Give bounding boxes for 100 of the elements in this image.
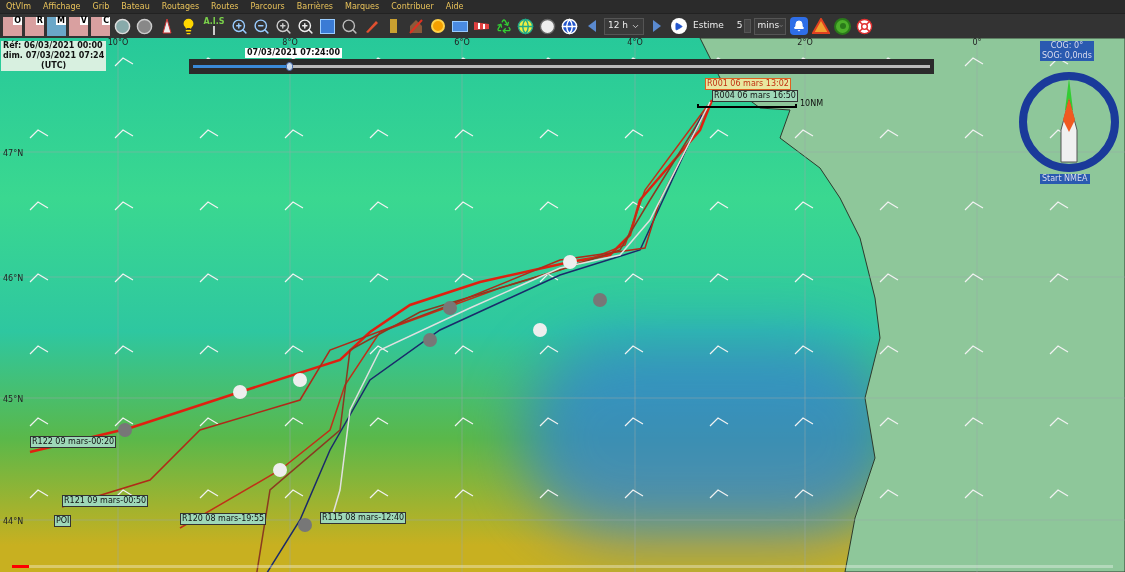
time-slider-label: 07/03/2021 07:24:00 — [245, 48, 342, 58]
map-layer-button[interactable]: M — [47, 16, 66, 36]
wind-barb-icon — [709, 345, 729, 355]
menu-item[interactable]: Marques — [345, 2, 380, 11]
longitude-label: 10°O — [107, 38, 129, 47]
recycle-icon[interactable] — [494, 16, 513, 36]
wind-barb-icon — [199, 489, 219, 499]
target-icon[interactable] — [833, 16, 853, 36]
menu-item[interactable]: Bateau — [121, 2, 150, 11]
wind-barb-icon — [29, 345, 49, 355]
menu-item[interactable]: Affichage — [42, 2, 81, 11]
wind-barb-icon — [454, 489, 474, 499]
wind-barb-icon — [879, 129, 899, 139]
route-label: R001 06 mars 13:02 — [705, 78, 791, 90]
waypoint-marker — [233, 385, 247, 399]
wind-barb-icon — [454, 129, 474, 139]
waypoint-marker — [563, 255, 577, 269]
wind-barb-icon — [29, 201, 49, 211]
menu-item[interactable]: QtVlm — [6, 2, 31, 11]
map-layer-button[interactable]: C — [91, 16, 110, 36]
video-progress-track[interactable] — [12, 565, 1113, 568]
unit-dropdown[interactable]: mins — [754, 17, 787, 35]
wind-barb-icon — [199, 417, 219, 427]
globe-icon[interactable] — [560, 16, 579, 36]
waypoint-marker — [293, 373, 307, 387]
menu-item[interactable]: Routages — [161, 2, 200, 11]
zoom-in-icon[interactable] — [230, 16, 249, 36]
bell-icon[interactable] — [789, 16, 809, 36]
menu-item[interactable]: Routes — [211, 2, 239, 11]
time-slider-track[interactable] — [193, 65, 930, 68]
wind-barb-icon — [794, 201, 814, 211]
wind-barb-icon — [284, 345, 304, 355]
longitude-label: 2°O — [797, 38, 813, 47]
current-date: dim. 07/03/2021 07:24 — [3, 51, 105, 61]
menu-item[interactable]: Contribuer — [391, 2, 434, 11]
latitude-label: 47°N — [3, 148, 24, 160]
wind-barb-icon — [624, 201, 644, 211]
wind-barb-icon — [199, 345, 219, 355]
globe-icon[interactable] — [516, 16, 535, 36]
wind-barb-icon — [284, 417, 304, 427]
wind-barb-icon — [624, 273, 644, 283]
waypoint-marker — [593, 293, 607, 307]
wind-barb-icon — [29, 417, 49, 427]
wind-barb-icon — [29, 129, 49, 139]
waypoint-marker — [118, 423, 132, 437]
wind-barb-icon — [794, 417, 814, 427]
wind-barb-icon — [539, 129, 559, 139]
longitude-label: 4°O — [627, 38, 643, 47]
sog-label: SOG: 0,0nds — [1042, 51, 1092, 61]
wind-barb-icon — [114, 417, 134, 427]
time-slider-thumb[interactable] — [285, 62, 293, 71]
wind-barb-icon — [794, 345, 814, 355]
map-layer-button[interactable]: R — [25, 16, 44, 36]
wind-barb-icon — [114, 345, 134, 355]
longitude-label: 6°O — [454, 38, 470, 47]
estime-label: Estime — [693, 19, 724, 33]
search-icon[interactable] — [340, 16, 359, 36]
waypoint-marker — [273, 463, 287, 477]
route-label: R115 08 mars-12:40 — [320, 512, 407, 524]
menu-item[interactable]: Aide — [445, 2, 464, 11]
wind-barb-icon — [624, 129, 644, 139]
wind-barb-icon — [964, 489, 984, 499]
map-layer-button[interactable]: V — [69, 16, 88, 36]
wind-barb-icon — [199, 273, 219, 283]
latitude-label: 44°N — [3, 516, 24, 528]
warning-icon[interactable] — [811, 16, 831, 36]
wind-barb-icon — [284, 273, 304, 283]
timezone-label: (UTC) — [41, 61, 67, 71]
play-icon[interactable] — [669, 16, 688, 36]
ais-button[interactable]: A.I.S — [201, 17, 227, 35]
wind-barb-icon — [539, 345, 559, 355]
wind-barb-icon — [369, 345, 389, 355]
wind-barb-icon — [1049, 273, 1069, 283]
map-layer-button[interactable]: O — [3, 16, 22, 36]
lifebuoy-icon[interactable] — [855, 16, 875, 36]
zoom-fit-icon[interactable] — [274, 16, 293, 36]
cog-label: COG: 0° — [1050, 41, 1084, 51]
wind-barb-icon — [879, 489, 899, 499]
wind-barb-icon — [369, 417, 389, 427]
menu-item[interactable]: Parcours — [250, 2, 285, 11]
wind-barb-icon — [794, 273, 814, 283]
wind-barb-icon — [114, 273, 134, 283]
route-label: R121 09 mars-00:50 — [62, 495, 149, 507]
zoom-icon[interactable] — [296, 16, 315, 36]
wind-barb-icon — [454, 417, 474, 427]
zoom-out-icon[interactable] — [252, 16, 271, 36]
wind-barb-icon — [539, 273, 559, 283]
wind-barb-icon — [199, 201, 219, 211]
menu-item[interactable]: Grib — [92, 2, 110, 11]
menu-item[interactable]: Barrières — [296, 2, 333, 11]
wind-barb-icon — [369, 273, 389, 283]
waypoint-marker — [298, 518, 312, 532]
latitude-label: 46°N — [3, 273, 24, 285]
start-nmea-button[interactable]: Start NMEA — [1040, 174, 1090, 184]
caret-icon — [779, 22, 784, 30]
wind-barb-icon — [964, 129, 984, 139]
longitude-label: 8°O — [282, 38, 298, 47]
wind-barb-icon — [29, 273, 49, 283]
wind-barb-icon — [114, 129, 134, 139]
step-dropdown[interactable]: 12 h — [604, 17, 644, 35]
